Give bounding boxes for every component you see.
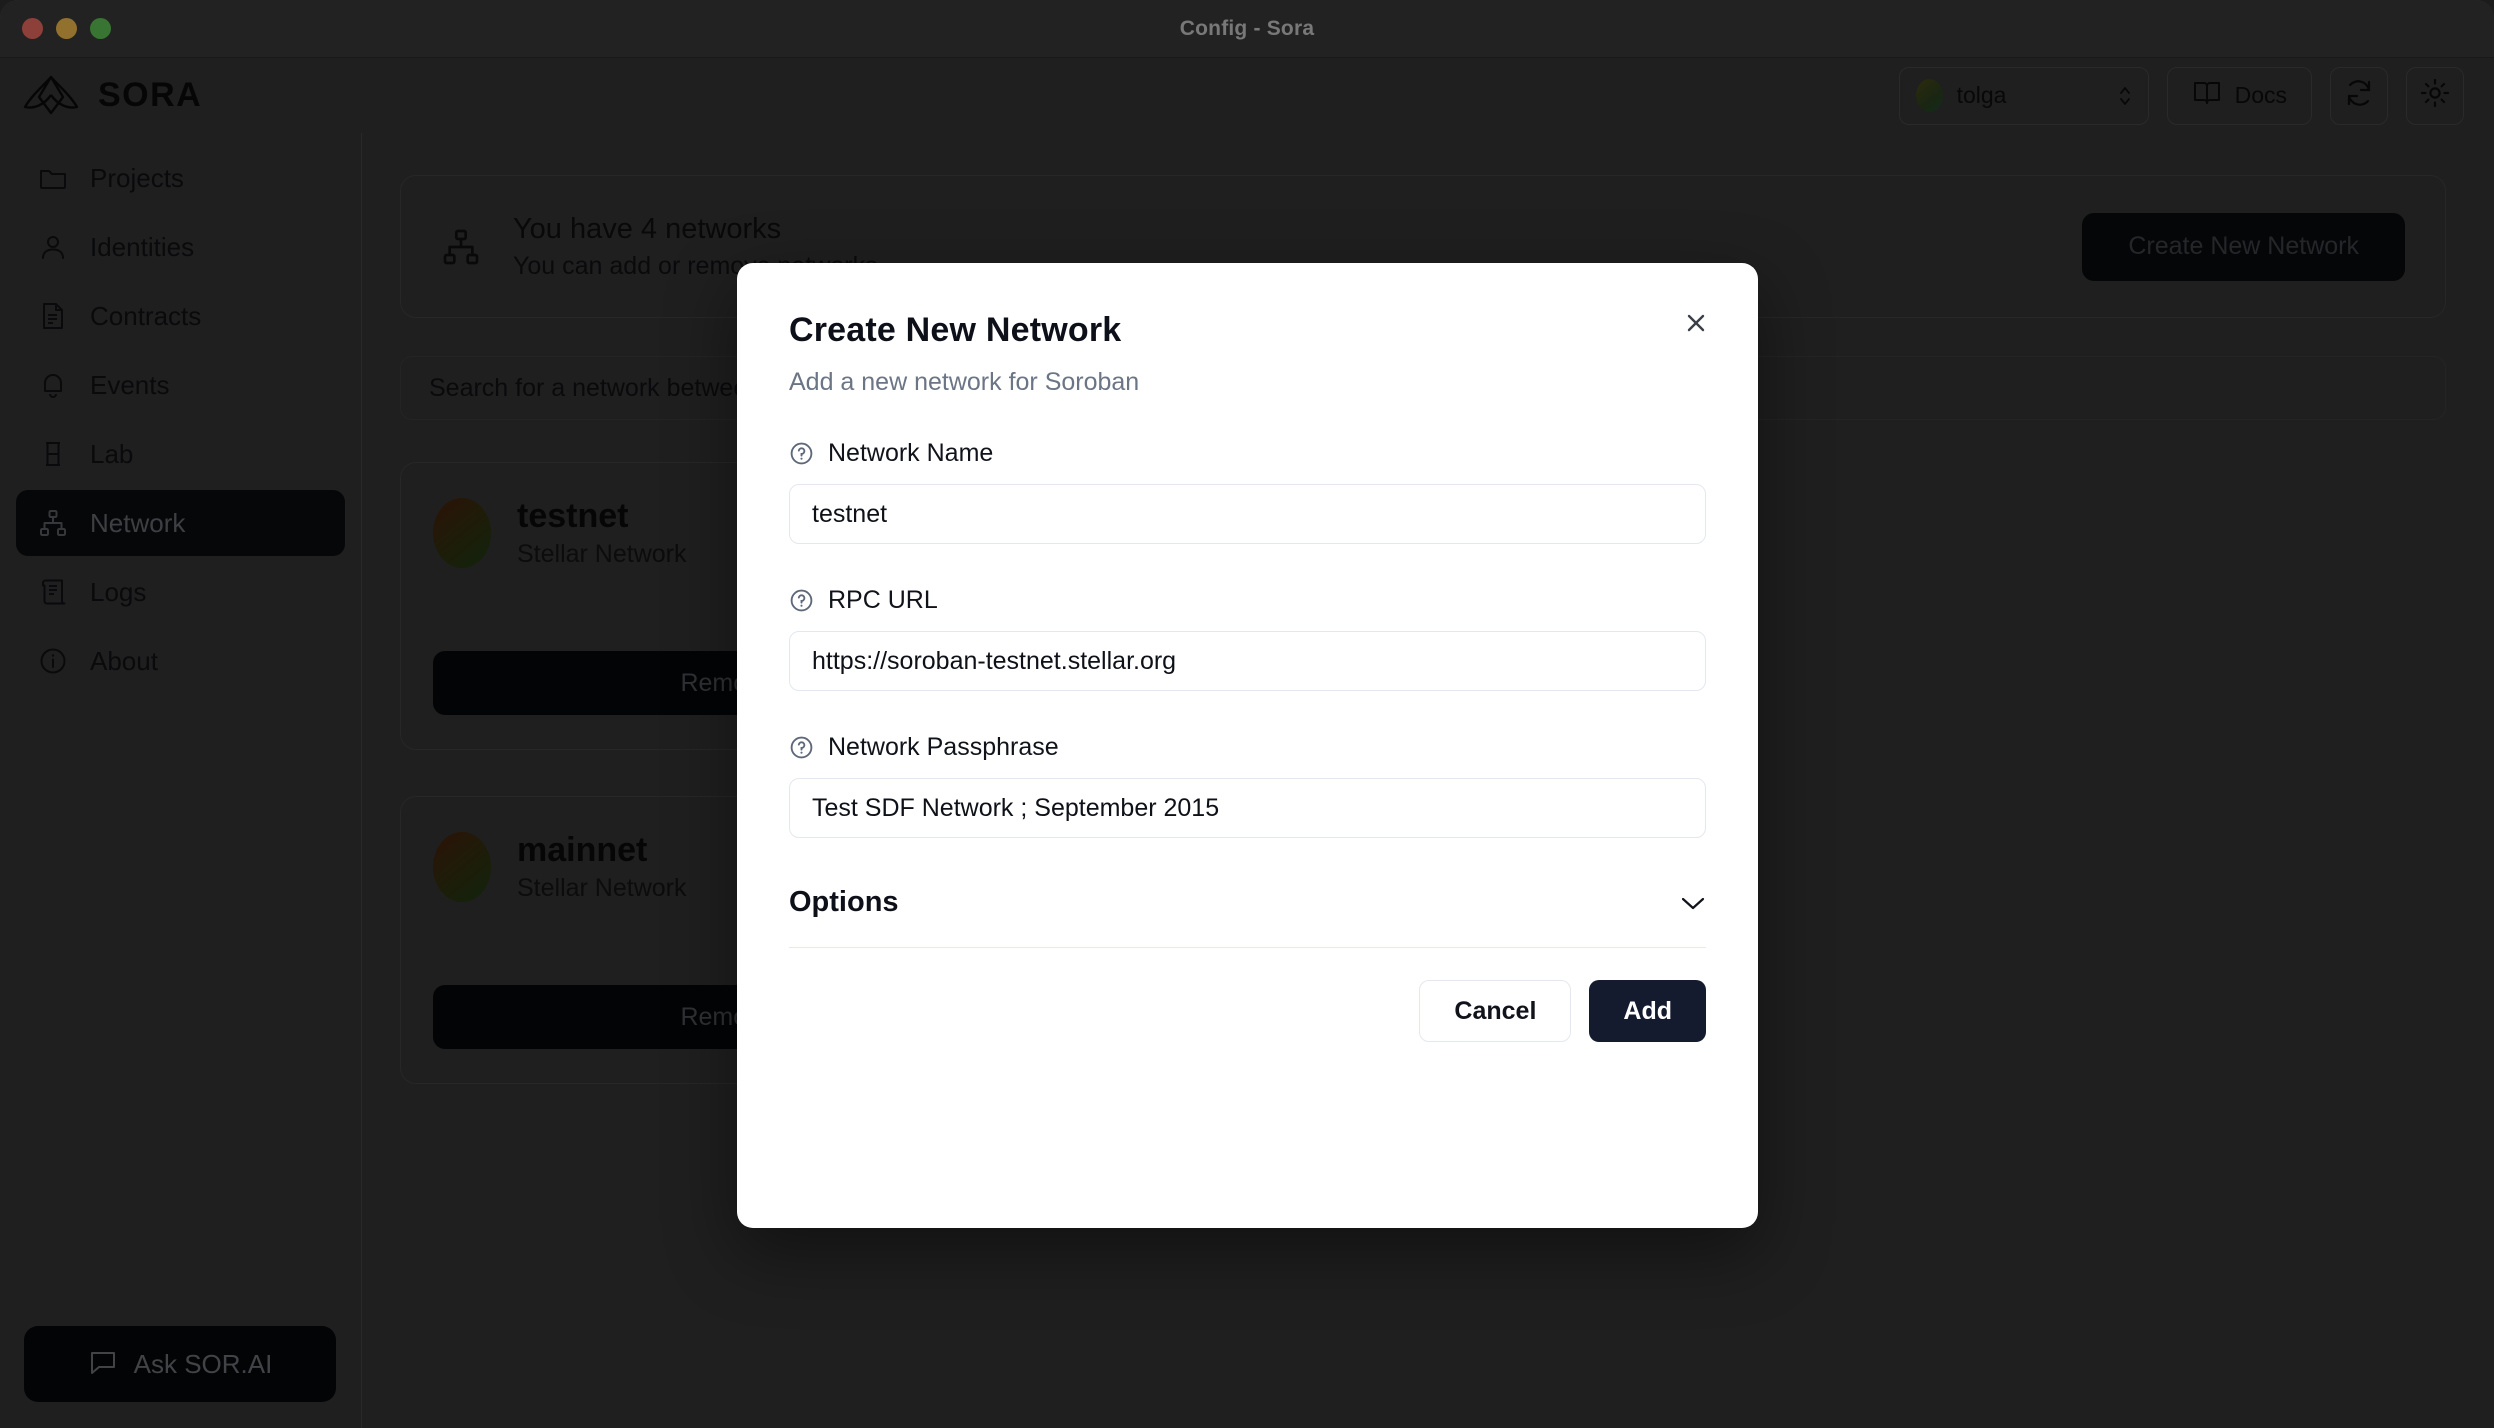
rpc-url-input[interactable]: https://soroban-testnet.stellar.org — [789, 631, 1706, 691]
app-window: Config - Sora SORA tolga Docs Projects I… — [0, 0, 2494, 1428]
field-label-row: Network Name — [789, 439, 1706, 468]
options-disclosure[interactable]: Options — [789, 886, 1706, 948]
field-label-row: Network Passphrase — [789, 733, 1706, 762]
question-icon[interactable] — [789, 441, 814, 466]
network-passphrase-input[interactable]: Test SDF Network ; September 2015 — [789, 778, 1706, 838]
modal-actions: Cancel Add — [789, 980, 1706, 1042]
modal-title: Create New Network — [789, 311, 1122, 349]
field-label: Network Passphrase — [828, 733, 1059, 761]
create-network-modal: Create New Network Add a new network for… — [737, 263, 1758, 1228]
close-icon — [1687, 314, 1705, 332]
close-modal-button[interactable] — [1676, 303, 1716, 343]
field-network-name: Network Name testnet — [789, 439, 1706, 544]
modal-subtitle: Add a new network for Soroban — [789, 368, 1140, 396]
field-label-row: RPC URL — [789, 586, 1706, 615]
add-button[interactable]: Add — [1589, 980, 1706, 1042]
field-network-passphrase: Network Passphrase Test SDF Network ; Se… — [789, 733, 1706, 838]
question-icon[interactable] — [789, 735, 814, 760]
field-rpc-url: RPC URL https://soroban-testnet.stellar.… — [789, 586, 1706, 691]
network-name-input[interactable]: testnet — [789, 484, 1706, 544]
field-label: Network Name — [828, 439, 994, 467]
field-label: RPC URL — [828, 586, 938, 614]
cancel-button[interactable]: Cancel — [1419, 980, 1572, 1042]
chevron-down-icon — [1680, 895, 1706, 911]
question-icon[interactable] — [789, 588, 814, 613]
options-label: Options — [789, 886, 899, 918]
